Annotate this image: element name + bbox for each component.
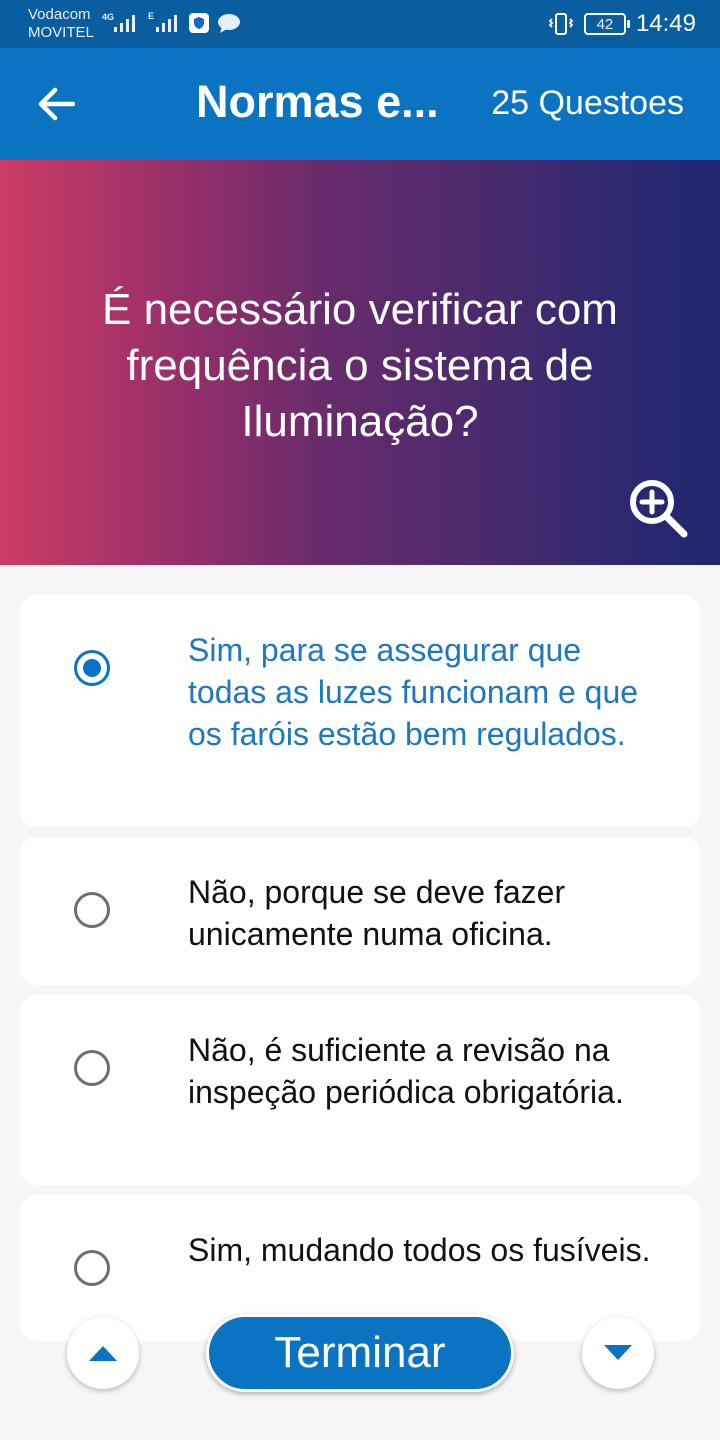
battery-level: 42 bbox=[596, 15, 614, 33]
page-title: Normas e... bbox=[196, 76, 439, 127]
answer-option-3[interactable]: Não, é suficiente a revisão na inspeção … bbox=[20, 995, 700, 1185]
answer-text: Sim, para se assegurar que todas as luze… bbox=[188, 632, 639, 752]
carrier-2: MOVITEL bbox=[28, 24, 94, 41]
vibrate-icon bbox=[548, 13, 574, 35]
question-text: É necessário verificar com frequência o … bbox=[102, 285, 618, 446]
carrier-1: Vodacom bbox=[28, 6, 91, 23]
question-banner: É necessário verificar com frequência o … bbox=[0, 160, 720, 565]
answer-text: Sim, mudando todos os fusíveis. bbox=[188, 1232, 651, 1268]
caret-down-icon bbox=[604, 1345, 632, 1360]
radio-icon[interactable] bbox=[74, 1050, 110, 1086]
radio-icon[interactable] bbox=[74, 892, 110, 928]
signal-icon bbox=[114, 15, 135, 32]
battery-icon: 42 bbox=[583, 13, 630, 35]
status-bar: Vodacom MOVITEL 4G E 42 14:49 bbox=[0, 0, 720, 48]
radio-selected-icon[interactable] bbox=[74, 650, 110, 686]
clock: 14:49 bbox=[635, 10, 696, 37]
radio-icon[interactable] bbox=[74, 1250, 110, 1286]
zoom-in-icon bbox=[630, 480, 688, 538]
finish-button[interactable]: Terminar bbox=[206, 1314, 514, 1392]
chat-bubble-icon bbox=[218, 14, 240, 33]
arrow-left-icon bbox=[38, 87, 75, 121]
app-bar: Normas e... 25 Questoes bbox=[0, 48, 720, 160]
carrier-labels: Vodacom MOVITEL bbox=[28, 6, 94, 42]
caret-up-icon bbox=[89, 1346, 117, 1361]
answer-text: Não, é suficiente a revisão na inspeção … bbox=[188, 1032, 624, 1110]
answer-text: Não, porque se deve fazer unicamente num… bbox=[188, 874, 566, 952]
answer-option-2[interactable]: Não, porque se deve fazer unicamente num… bbox=[20, 837, 700, 985]
shield-app-icon bbox=[189, 13, 209, 33]
zoom-in-button[interactable] bbox=[626, 476, 690, 540]
question-count: 25 Questoes bbox=[491, 84, 684, 122]
back-button[interactable] bbox=[30, 78, 82, 130]
signal-icon bbox=[156, 15, 177, 32]
next-question-button[interactable] bbox=[582, 1317, 654, 1389]
previous-question-button[interactable] bbox=[67, 1317, 139, 1389]
answer-option-1[interactable]: Sim, para se assegurar que todas as luze… bbox=[20, 595, 700, 827]
answers-list: Sim, para se assegurar que todas as luze… bbox=[0, 565, 720, 1440]
